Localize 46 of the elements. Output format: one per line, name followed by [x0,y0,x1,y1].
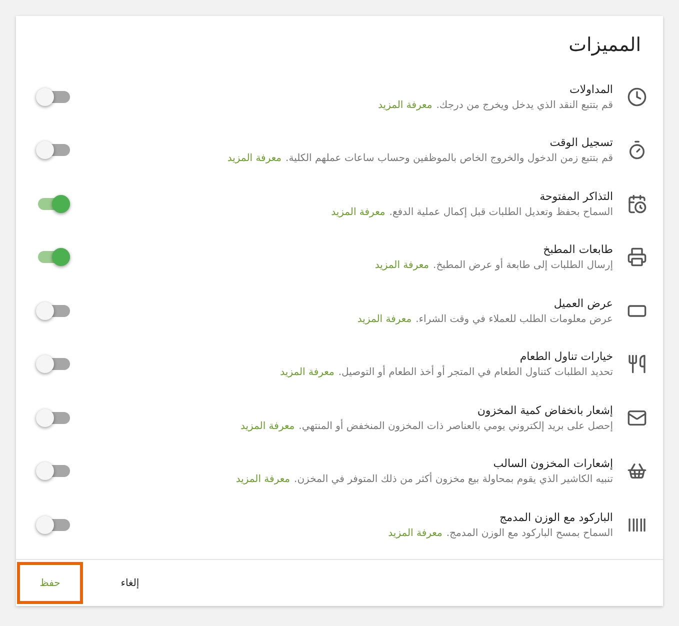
save-button[interactable]: حفظ [17,562,83,604]
feature-description: السماح بحفظ وتعديل الطلبات قبل إكمال عملية الدفع. [389,206,613,218]
feature-description: السماح بمسح الباركود مع الوزن المدمج. [446,528,613,539]
feature-name: عرض العميل [554,296,613,310]
feature-description: إرسال الطلبات إلى طابعة أو عرض المطبخ. [433,260,613,272]
toggle-switch[interactable] [38,144,70,156]
toggle-switch[interactable] [38,465,70,478]
printer-icon [627,247,647,268]
feature-description: قم بتتبع النقد الذي يدخل ويخرج من درجك. [436,100,613,111]
feature-name: إشعار بانخفاض كمية المخزون [477,404,613,417]
toggle-switch[interactable] [38,198,70,210]
feature-name: خيارات تناول الطعام [520,350,613,364]
feature-description: تنبيه الكاشير الذي يقوم بمحاولة بيع مخزون أكثر من ذلك المتوفر في المخزن. [294,474,613,486]
learn-more-link[interactable]: معرفة المزيد [240,420,295,432]
learn-more-link[interactable]: معرفة المزيد [331,206,386,218]
cancel-button[interactable]: إلغاء [97,562,163,604]
toggle-switch[interactable] [38,251,70,264]
basket-icon [627,461,647,482]
feature-name: إشعارات المخزون السالب [493,457,613,470]
toggle-switch[interactable] [38,518,70,531]
feature-description: تحديد الطلبات كتناول الطعام في المتجر أو أخذ الطعام أو التوصيل. [338,367,613,378]
feature-description: إحصل على بريد إلكتروني يومي بالعناصر ذات المخزون المنخفض أو المنتهي. [298,420,613,432]
clock-icon [627,86,647,107]
envelope-icon [627,408,647,428]
feature-name: الباركود مع الوزن المدمج [500,510,613,524]
learn-more-link[interactable]: معرفة المزيد [374,260,430,272]
feature-name: المداولات [569,82,613,96]
calendar-clock-icon [627,194,647,214]
learn-more-link[interactable]: معرفة المزيد [227,153,282,164]
feature-name: طابعات المطبخ [543,243,613,256]
learn-more-link[interactable]: معرفة المزيد [388,528,442,539]
feature-description: قم بتتبع زمن الدخول والخروج الخاص بالموظفين وحساب ساعات عملهم الكلية. [286,153,613,164]
toggle-switch[interactable] [38,90,70,103]
page-title: المميزات [568,33,642,58]
learn-more-link[interactable]: معرفة المزيد [280,367,334,378]
feature-name: التذاكر المفتوحة [540,190,613,203]
toggle-switch[interactable] [38,304,70,317]
toggle-switch[interactable] [38,412,70,424]
learn-more-link[interactable]: معرفة المزيد [378,100,432,111]
toggle-switch[interactable] [38,358,70,370]
feature-name: تسجيل الوقت [550,136,613,150]
learn-more-link[interactable]: معرفة المزيد [236,474,290,486]
fork-spoon-icon [627,354,647,374]
stopwatch-icon [627,140,647,160]
learn-more-link[interactable]: معرفة المزيد [357,314,412,325]
feature-description: عرض معلومات الطلب للعملاء في وقت الشراء. [416,314,613,325]
